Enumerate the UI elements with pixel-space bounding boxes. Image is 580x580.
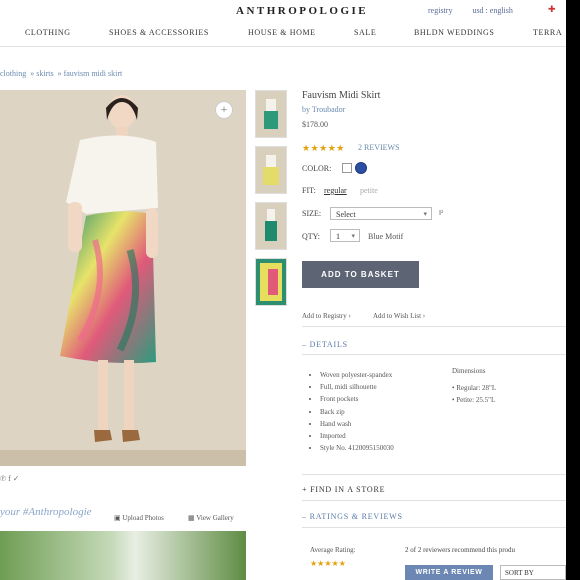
nav-sale[interactable]: SALE <box>354 28 376 37</box>
qty-select[interactable]: 1 ▾ <box>330 229 360 242</box>
grid-icon: ▦ <box>188 514 195 522</box>
size-select-value: Select <box>336 210 356 219</box>
details-item: Style No. 4120095150030 <box>320 442 394 454</box>
breadcrumb-current[interactable]: fauvism midi skirt <box>64 69 123 78</box>
selected-color-name: Blue Motif <box>368 232 404 241</box>
details-item: Hand wash <box>320 418 394 430</box>
nav-clothing[interactable]: CLOTHING <box>25 28 71 37</box>
recommend-summary: 2 of 2 reviewers recommend this produ <box>405 546 516 554</box>
scrollbar[interactable] <box>566 0 580 580</box>
product-rating-stars: ★★★★★ <box>302 143 345 153</box>
add-to-registry-link[interactable]: Add to Registry › <box>302 312 351 320</box>
product-price: $178.00 <box>302 120 328 129</box>
nav-house-home[interactable]: HOUSE & HOME <box>248 28 316 37</box>
fit-regular-option[interactable]: regular <box>324 186 347 195</box>
registry-link[interactable]: registry <box>428 6 452 15</box>
details-heading: DETAILS <box>309 340 348 349</box>
size-guide-icon[interactable]: Ⅰ² <box>439 209 443 217</box>
breadcrumb-clothing[interactable]: clothing <box>0 69 26 78</box>
top-links: registry usd : english <box>428 6 531 15</box>
size-label: SIZE: <box>302 209 322 218</box>
twitter-icon[interactable]: ✓ <box>13 474 20 483</box>
community-photo[interactable] <box>0 531 246 580</box>
camera-icon: ▣ <box>114 514 121 522</box>
divider <box>302 326 568 327</box>
breadcrumb-skirts[interactable]: skirts <box>36 69 53 78</box>
color-label: COLOR: <box>302 164 332 173</box>
details-item: Full, midi silhouette <box>320 381 394 393</box>
divider <box>302 500 568 501</box>
details-item: Imported <box>320 430 394 442</box>
plus-icon: + <box>302 485 311 494</box>
ratings-reviews-toggle[interactable]: – RATINGS & REVIEWS <box>302 512 403 521</box>
facebook-icon[interactable]: f <box>8 474 11 483</box>
find-in-store-heading: FIND IN A STORE <box>310 485 386 494</box>
fit-petite-option[interactable]: petite <box>360 186 378 195</box>
zoom-icon[interactable]: + <box>215 101 233 119</box>
color-swatch-blue[interactable] <box>355 162 367 174</box>
find-in-store-toggle[interactable]: + FIND IN A STORE <box>302 485 385 494</box>
dimension-regular: • Regular: 28"L <box>452 384 497 392</box>
flag-icon[interactable]: ✚ <box>548 4 556 15</box>
divider <box>302 527 568 528</box>
chevron-down-icon: ▾ <box>351 232 355 240</box>
minus-icon: – <box>302 340 310 349</box>
product-title: Fauvism Midi Skirt <box>302 90 381 101</box>
sort-by-label: SORT BY <box>505 569 534 577</box>
ratings-reviews-heading: RATINGS & REVIEWS <box>309 512 403 521</box>
add-to-wishlist-link[interactable]: Add to Wish List › <box>373 312 425 320</box>
size-select[interactable]: Select ▾ <box>330 207 432 220</box>
details-item: Front pockets <box>320 393 394 405</box>
add-to-basket-button[interactable]: ADD TO BASKET <box>302 261 419 288</box>
details-section-toggle[interactable]: – DETAILS <box>302 340 348 349</box>
dimension-petite: • Petite: 25.5"L <box>452 396 496 404</box>
divider <box>302 354 568 355</box>
average-rating-stars: ★★★★★ <box>310 559 346 568</box>
average-rating-label: Average Rating: <box>310 546 356 554</box>
minus-icon: – <box>302 512 310 521</box>
model-photo <box>0 90 246 466</box>
details-item: Woven polyester-spandex <box>320 369 394 381</box>
review-count-link[interactable]: 2 REVIEWS <box>358 143 400 152</box>
product-main-image[interactable] <box>0 90 246 466</box>
thumbnail-4[interactable] <box>255 258 287 306</box>
qty-label: QTY: <box>302 232 320 241</box>
top-bar: ANTHROPOLOGIE registry usd : english ✚ C… <box>0 0 568 48</box>
thumbnail-1[interactable] <box>255 90 287 138</box>
view-gallery-link[interactable]: ▦ View Gallery <box>188 514 234 522</box>
dimensions-heading: Dimensions <box>452 367 486 375</box>
thumbnail-3[interactable] <box>255 202 287 250</box>
anthropologie-logo[interactable]: ANTHROPOLOGIE <box>236 5 368 17</box>
locale-link[interactable]: usd : english <box>472 6 512 15</box>
details-list: Woven polyester-spandex Full, midi silho… <box>310 369 394 454</box>
write-review-button[interactable]: WRITE A REVIEW <box>405 565 493 580</box>
details-item: Back zip <box>320 406 394 418</box>
thumbnail-2[interactable] <box>255 146 287 194</box>
nav-terra[interactable]: TERRA <box>533 28 562 37</box>
qty-select-value: 1 <box>336 232 340 241</box>
community-heading: your #Anthropologie <box>0 506 92 518</box>
color-swatch-white[interactable] <box>342 163 352 173</box>
share-icons: ℗ f ✓ <box>0 474 19 483</box>
nav-divider <box>0 46 568 47</box>
nav-bhldn-weddings[interactable]: BHLDN WEDDINGS <box>414 28 494 37</box>
sort-by-select[interactable]: SORT BY <box>500 565 566 580</box>
breadcrumb: clothing» skirts» fauvism midi skirt <box>0 69 123 78</box>
upload-photos-link[interactable]: ▣ Upload Photos <box>114 514 164 522</box>
pinterest-icon[interactable]: ℗ <box>0 474 6 483</box>
nav-shoes-accessories[interactable]: SHOES & ACCESSORIES <box>109 28 209 37</box>
chevron-down-icon: ▾ <box>423 210 427 218</box>
product-brand[interactable]: by Troubador <box>302 105 345 114</box>
divider <box>302 474 568 475</box>
fit-label: FIT: <box>302 186 316 195</box>
